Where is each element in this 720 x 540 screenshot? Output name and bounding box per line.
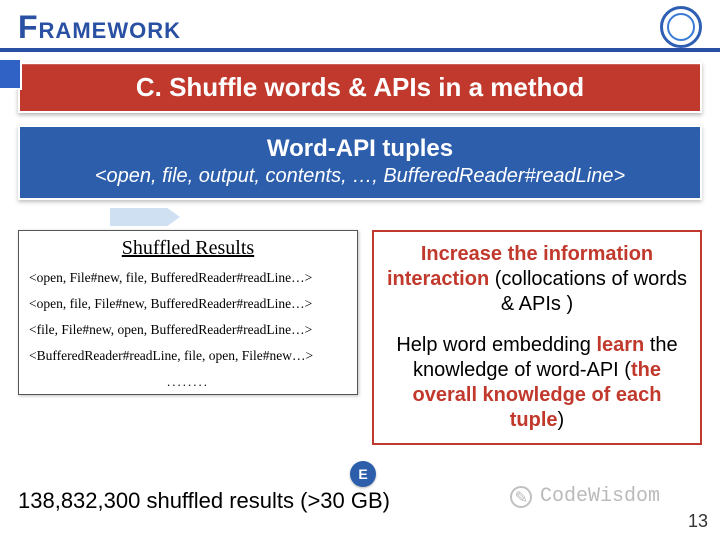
- section-title: C. Shuffle words & APIs in a method: [18, 62, 702, 113]
- info-p2: Help word embedding learn the knowledge …: [386, 333, 688, 433]
- arrow-down-icon: [110, 208, 180, 226]
- shuffled-heading: Shuffled Results: [29, 237, 347, 260]
- badge-e-icon: E: [350, 461, 376, 487]
- title-bar: Framework: [0, 0, 720, 52]
- tuples-example: <open, file, output, contents, …, Buffer…: [30, 165, 690, 188]
- info-p2-c: ): [558, 409, 565, 431]
- shuffled-row: <BufferedReader#readLine, file, open, Fi…: [29, 348, 347, 364]
- slide-title: Framework: [18, 9, 181, 46]
- info-p1-rest: (collocations of words & APIs ): [489, 268, 687, 315]
- university-logo-icon: [660, 6, 702, 48]
- lower-row: Shuffled Results <open, File#new, file, …: [0, 230, 720, 445]
- shuffled-results-box: Shuffled Results <open, File#new, file, …: [18, 230, 358, 395]
- shuffled-ellipsis: ........: [29, 374, 347, 390]
- footer-count: 138,832,300 shuffled results (>30 GB): [18, 488, 390, 514]
- info-p2-a: Help word embedding: [396, 334, 596, 356]
- watermark-icon: ✎: [510, 486, 532, 508]
- shuffled-row: <open, File#new, file, BufferedReader#re…: [29, 270, 347, 286]
- info-box: Increase the information interaction (co…: [372, 230, 702, 445]
- watermark: ✎ CodeWisdom: [510, 485, 660, 508]
- tuples-heading: Word-API tuples: [30, 135, 690, 163]
- page-number: 13: [688, 511, 708, 532]
- left-tab-decoration: [0, 58, 22, 90]
- shuffled-row: <open, file, File#new, BufferedReader#re…: [29, 296, 347, 312]
- watermark-text: CodeWisdom: [540, 485, 660, 508]
- word-api-tuples-box: Word-API tuples <open, file, output, con…: [18, 125, 702, 200]
- info-p2-learn: learn: [596, 334, 644, 356]
- info-p1: Increase the information interaction (co…: [386, 242, 688, 317]
- shuffled-row: <file, File#new, open, BufferedReader#re…: [29, 322, 347, 338]
